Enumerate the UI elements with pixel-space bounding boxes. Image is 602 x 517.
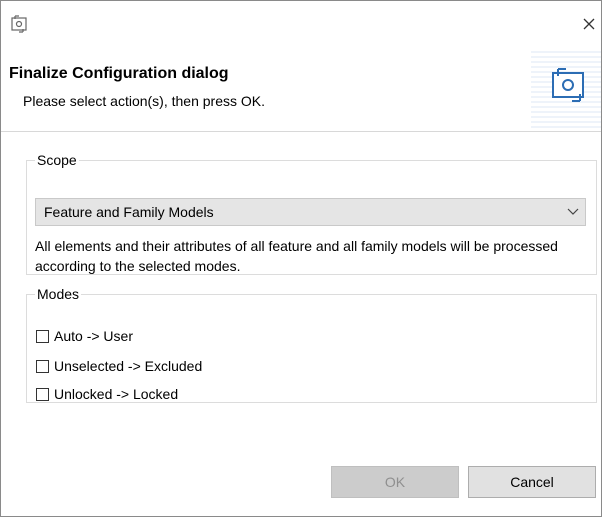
dialog-description: Please select action(s), then press OK. bbox=[23, 93, 265, 109]
dialog-title: Finalize Configuration dialog bbox=[9, 65, 229, 82]
scope-group: Scope Feature and Family Models All elem… bbox=[26, 152, 597, 275]
dialog-window: Finalize Configuration dialog Please sel… bbox=[0, 0, 602, 517]
cancel-button[interactable]: Cancel bbox=[468, 466, 596, 498]
title-bar[interactable] bbox=[1, 1, 601, 51]
chevron-down-icon bbox=[567, 208, 579, 215]
finalize-config-large-icon bbox=[552, 68, 584, 102]
checkbox-box[interactable] bbox=[36, 388, 49, 401]
close-icon bbox=[583, 18, 595, 30]
checkbox-box[interactable] bbox=[36, 330, 49, 343]
scope-select-value: Feature and Family Models bbox=[44, 204, 214, 220]
modes-legend: Modes bbox=[37, 286, 80, 302]
scope-legend: Scope bbox=[37, 152, 77, 168]
scope-select[interactable]: Feature and Family Models bbox=[35, 198, 586, 226]
finalize-config-icon bbox=[11, 15, 27, 33]
scope-description: All elements and their attributes of all… bbox=[35, 238, 558, 274]
header-separator bbox=[1, 131, 601, 132]
close-button[interactable] bbox=[577, 9, 601, 39]
checkbox-label: Unlocked -> Locked bbox=[54, 386, 179, 402]
checkbox-label: Unselected -> Excluded bbox=[54, 358, 203, 374]
modes-group: Modes Auto -> User Unselected -> Exclude… bbox=[26, 286, 597, 403]
checkbox-box[interactable] bbox=[36, 360, 49, 373]
ok-button[interactable]: OK bbox=[331, 466, 459, 498]
checkbox-label: Auto -> User bbox=[54, 328, 133, 344]
dialog-header: Finalize Configuration dialog Please sel… bbox=[1, 51, 601, 131]
header-banner bbox=[531, 51, 601, 131]
